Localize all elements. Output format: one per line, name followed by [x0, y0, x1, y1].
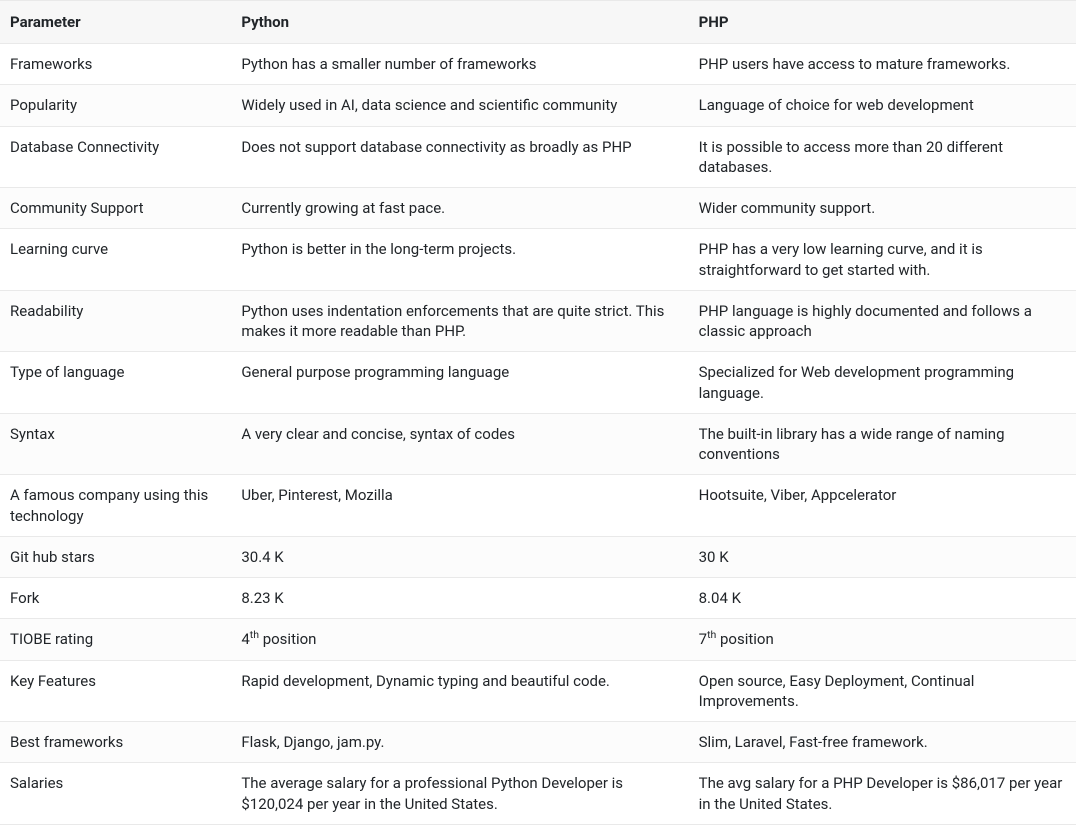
cell-php: Specialized for Web development programm…	[689, 352, 1076, 414]
cell-php: The avg salary for a PHP Developer is $8…	[689, 763, 1076, 825]
cell-parameter: Frameworks	[0, 44, 231, 85]
cell-python: Flask, Django, jam.py.	[231, 722, 688, 763]
cell-parameter: Git hub stars	[0, 536, 231, 577]
table-row: FrameworksPython has a smaller number of…	[0, 44, 1076, 85]
table-row: Database ConnectivityDoes not support da…	[0, 126, 1076, 188]
header-php: PHP	[689, 1, 1076, 44]
cell-parameter: Community Support	[0, 188, 231, 229]
cell-python: Currently growing at fast pace.	[231, 188, 688, 229]
table-row: SyntaxA very clear and concise, syntax o…	[0, 413, 1076, 475]
cell-php: Open source, Easy Deployment, Continual …	[689, 660, 1076, 722]
table-row: Learning curvePython is better in the lo…	[0, 229, 1076, 291]
cell-php: 7th position	[689, 619, 1076, 660]
cell-php: Hootsuite, Viber, Appcelerator	[689, 475, 1076, 537]
table-header-row: Parameter Python PHP	[0, 1, 1076, 44]
cell-python: 8.23 K	[231, 578, 688, 619]
cell-php: The built-in library has a wide range of…	[689, 413, 1076, 475]
header-python: Python	[231, 1, 688, 44]
cell-parameter: Best frameworks	[0, 722, 231, 763]
cell-parameter: Learning curve	[0, 229, 231, 291]
cell-parameter: Popularity	[0, 85, 231, 126]
cell-python: Python is better in the long-term projec…	[231, 229, 688, 291]
cell-php: 8.04 K	[689, 578, 1076, 619]
table-row: SalariesThe average salary for a profess…	[0, 763, 1076, 825]
cell-python: Rapid development, Dynamic typing and be…	[231, 660, 688, 722]
table-row: Type of languageGeneral purpose programm…	[0, 352, 1076, 414]
cell-php: PHP language is highly documented and fo…	[689, 290, 1076, 352]
table-row: Best frameworksFlask, Django, jam.py.Sli…	[0, 722, 1076, 763]
cell-parameter: TIOBE rating	[0, 619, 231, 660]
cell-python: Uber, Pinterest, Mozilla	[231, 475, 688, 537]
cell-php: 30 K	[689, 536, 1076, 577]
cell-php: Slim, Laravel, Fast-free framework.	[689, 722, 1076, 763]
cell-parameter: Syntax	[0, 413, 231, 475]
table-row: Git hub stars30.4 K30 K	[0, 536, 1076, 577]
cell-python: The average salary for a professional Py…	[231, 763, 688, 825]
cell-parameter: Readability	[0, 290, 231, 352]
cell-php: It is possible to access more than 20 di…	[689, 126, 1076, 188]
cell-php: Wider community support.	[689, 188, 1076, 229]
cell-parameter: Fork	[0, 578, 231, 619]
cell-parameter: A famous company using this technology	[0, 475, 231, 537]
cell-python: Python uses indentation enforcements tha…	[231, 290, 688, 352]
cell-php: PHP has a very low learning curve, and i…	[689, 229, 1076, 291]
table-row: Community SupportCurrently growing at fa…	[0, 188, 1076, 229]
cell-parameter: Salaries	[0, 763, 231, 825]
table-row: PopularityWidely used in AI, data scienc…	[0, 85, 1076, 126]
table-row: Key FeaturesRapid development, Dynamic t…	[0, 660, 1076, 722]
cell-parameter: Database Connectivity	[0, 126, 231, 188]
cell-python: General purpose programming language	[231, 352, 688, 414]
table-row: A famous company using this technologyUb…	[0, 475, 1076, 537]
cell-php: Language of choice for web development	[689, 85, 1076, 126]
header-parameter: Parameter	[0, 1, 231, 44]
cell-python: 4th position	[231, 619, 688, 660]
cell-python: A very clear and concise, syntax of code…	[231, 413, 688, 475]
cell-python: Python has a smaller number of framework…	[231, 44, 688, 85]
table-row: ReadabilityPython uses indentation enfor…	[0, 290, 1076, 352]
cell-python: Widely used in AI, data science and scie…	[231, 85, 688, 126]
cell-python: 30.4 K	[231, 536, 688, 577]
comparison-table: Parameter Python PHP FrameworksPython ha…	[0, 0, 1076, 825]
cell-parameter: Type of language	[0, 352, 231, 414]
cell-parameter: Key Features	[0, 660, 231, 722]
cell-php: PHP users have access to mature framewor…	[689, 44, 1076, 85]
table-row: TIOBE rating4th position7th position	[0, 619, 1076, 660]
cell-python: Does not support database connectivity a…	[231, 126, 688, 188]
table-row: Fork8.23 K8.04 K	[0, 578, 1076, 619]
